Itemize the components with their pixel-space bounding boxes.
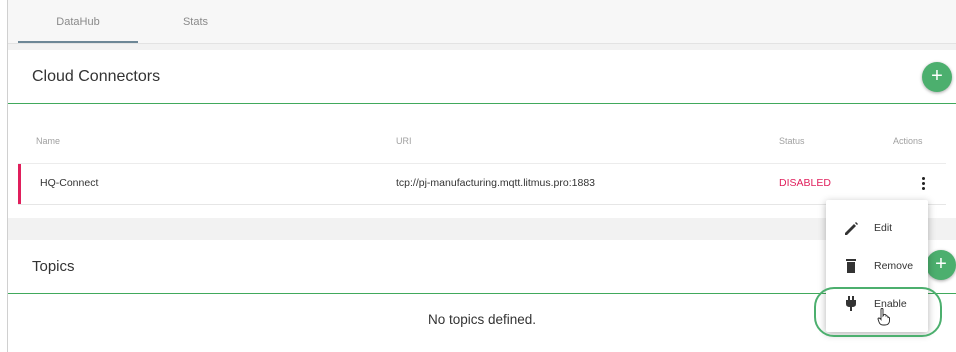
column-header-uri[interactable]: URI bbox=[396, 136, 412, 146]
empty-state-text: No topics defined. bbox=[427, 312, 537, 327]
column-header-status[interactable]: Status bbox=[779, 136, 805, 146]
menu-item-remove[interactable]: Remove bbox=[826, 248, 928, 284]
trash-icon bbox=[846, 259, 856, 273]
plug-icon bbox=[846, 296, 856, 311]
table-row[interactable]: HQ-Connect tcp://pj-manufacturing.mqtt.l… bbox=[18, 164, 946, 205]
more-actions-icon[interactable] bbox=[918, 175, 928, 193]
plus-icon: + bbox=[935, 253, 947, 275]
tab-datahub[interactable]: DataHub bbox=[18, 0, 138, 43]
section-divider bbox=[8, 103, 956, 104]
status-badge: DISABLED bbox=[779, 177, 831, 189]
tab-stats[interactable]: Stats bbox=[143, 0, 248, 43]
menu-item-edit[interactable]: Edit bbox=[826, 210, 928, 246]
hand-cursor-icon bbox=[877, 308, 890, 326]
add-connector-button[interactable]: + bbox=[922, 62, 952, 92]
add-topic-button[interactable]: + bbox=[926, 250, 956, 280]
cloud-connectors-title: Cloud Connectors bbox=[32, 68, 161, 85]
menu-item-label: Edit bbox=[874, 222, 893, 234]
column-header-name[interactable]: Name bbox=[36, 136, 60, 146]
plus-icon: + bbox=[931, 65, 943, 87]
menu-item-label: Remove bbox=[874, 260, 914, 272]
tab-bar: DataHub Stats bbox=[8, 0, 956, 44]
connector-uri: tcp://pj-manufacturing.mqtt.litmus.pro:1… bbox=[396, 177, 596, 189]
pencil-icon bbox=[845, 222, 858, 235]
topics-card: Topics No topics defined. bbox=[8, 240, 956, 352]
section-divider bbox=[8, 293, 956, 294]
topics-title: Topics bbox=[32, 258, 75, 275]
status-accent-bar bbox=[18, 164, 21, 204]
column-header-actions: Actions bbox=[893, 136, 923, 146]
connector-name: HQ-Connect bbox=[40, 177, 99, 189]
